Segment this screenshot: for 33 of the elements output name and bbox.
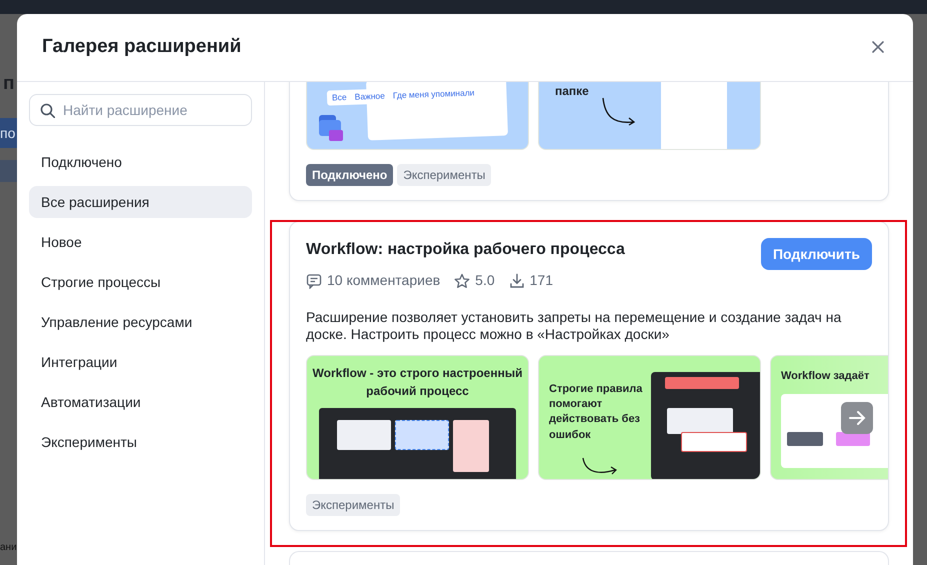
downloads-count: 171 <box>530 271 553 290</box>
star-icon <box>454 272 470 288</box>
preview-headline: Строгие правила помогают действовать без ошибок <box>549 382 644 443</box>
sidebar-item[interactable]: Строгие процессы <box>29 266 252 298</box>
extension-description: Расширение позволяет установить запреты на перемещение и создание задач на доске. Настроить процесс можно в «Настройках доски» <box>306 309 842 343</box>
sidebar-item[interactable]: Новое <box>29 226 252 258</box>
download-icon <box>508 272 525 288</box>
sidebar-item[interactable]: Эксперименты <box>29 426 252 458</box>
tag: Эксперименты <box>306 494 400 516</box>
preview-headline: Workflow - это строго настроенный рабочий процесс <box>312 364 524 400</box>
preview-headline: Workflow задаёт <box>781 368 870 384</box>
preview-headline: папке <box>555 83 589 100</box>
background-text: ани <box>0 541 17 555</box>
tab-label: Важное <box>354 90 386 104</box>
dialog-title: Галерея расширений <box>42 36 242 59</box>
search-field[interactable]: Найти расширение <box>29 94 252 126</box>
background-heading: п <box>3 72 14 96</box>
sidebar-item[interactable]: Автоматизации <box>29 386 252 418</box>
arrow-icon <box>601 96 637 128</box>
sidebar-item[interactable]: Интеграции <box>29 346 252 378</box>
tab-label: Где меня упоминали <box>392 86 475 102</box>
search-icon <box>40 102 55 118</box>
sidebar-item[interactable]: Управление ресурсами <box>29 306 252 338</box>
sidebar-item[interactable]: Подключено <box>29 146 252 178</box>
comment-icon <box>306 272 322 288</box>
sidebar-item[interactable]: Все расширения <box>29 186 252 218</box>
rating-value: 5.0 <box>475 271 495 290</box>
extension-title: Workflow: настройка рабочего процесса <box>306 240 625 260</box>
comments-count: 10 комментариев <box>327 271 440 290</box>
tab-label: Все <box>332 90 347 104</box>
tag: Эксперименты <box>397 164 492 186</box>
close-icon <box>871 40 885 54</box>
tag: Подключено <box>306 164 394 186</box>
